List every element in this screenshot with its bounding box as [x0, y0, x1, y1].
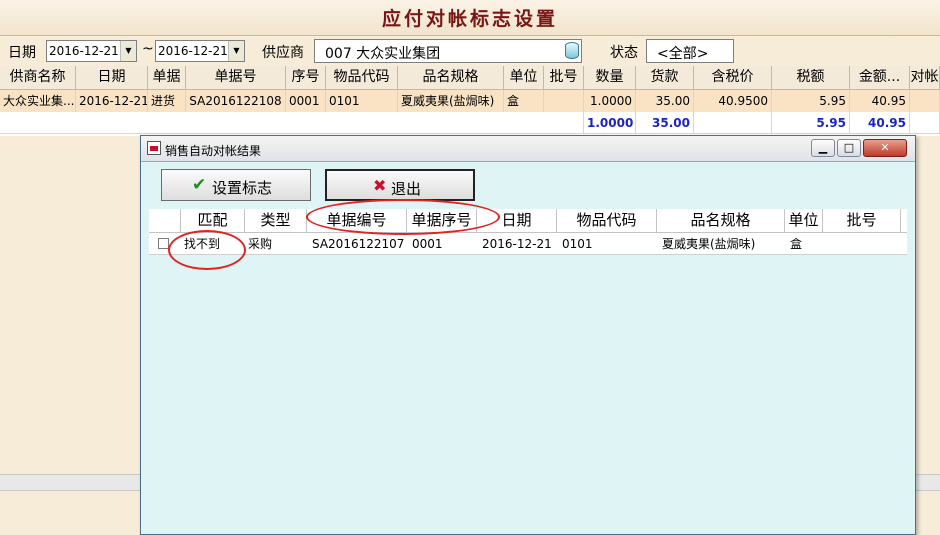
date-from-picker[interactable]: 2016-12-21 ▼ [46, 40, 137, 62]
maximize-button[interactable]: □ [837, 139, 861, 157]
col-header-item-code[interactable]: 物品代码 [326, 66, 398, 90]
col-header-tax[interactable]: 税额 [772, 66, 850, 90]
cell-doc-no: SA2016122107 [312, 237, 405, 251]
table-row[interactable]: 找不到 采购 SA2016122107 0001 2016-12-21 0101… [149, 233, 907, 255]
close-button[interactable]: ✕ [863, 139, 907, 157]
cell-item-code: 0101 [326, 90, 398, 112]
col-header-unit[interactable]: 单位 [504, 66, 544, 90]
total-goods: 35.00 [636, 112, 694, 134]
cell-reconcile [910, 90, 940, 112]
col-header-amount[interactable]: 金额... [850, 66, 910, 90]
state-select[interactable]: <全部> [646, 39, 734, 63]
cell-tax: 5.95 [772, 90, 850, 112]
window-title: 应付对帐标志设置 [381, 8, 558, 30]
annotation-ellipse-match-cell [168, 230, 246, 270]
col-header-date[interactable]: 日期 [76, 66, 148, 90]
cell-date: 2016-12-21 [76, 90, 148, 112]
supplier-value: 007 大众实业集团 [325, 46, 441, 62]
col-header-doc-no[interactable]: 单据号 [186, 66, 286, 90]
minimize-button[interactable]: ▁ [811, 139, 835, 157]
supplier-label: 供应商 [262, 45, 304, 61]
main-table: 供商名称 日期 单据 单据号 序号 物品代码 品名规格 单位 批号 数量 货款 … [0, 66, 940, 136]
col-header-type[interactable]: 类型 [245, 209, 307, 233]
cell-price: 40.9500 [694, 90, 772, 112]
total-qty: 1.0000 [584, 112, 636, 134]
total-tax: 5.95 [772, 112, 850, 134]
cell-unit: 盒 [504, 90, 544, 112]
cell-item-spec: 夏威夷果(盐焗味) [662, 237, 756, 251]
date-from-value: 2016-12-21 [49, 44, 119, 58]
col-header-reconcile[interactable]: 对帐 [910, 66, 940, 90]
annotation-ellipse-doc-columns [306, 199, 500, 235]
cell-supplier: 大众实业集... [0, 90, 76, 112]
cell-batch [825, 233, 828, 255]
chevron-down-icon[interactable]: ▼ [120, 41, 136, 61]
date-to-picker[interactable]: 2016-12-21 ▼ [155, 40, 245, 62]
col-header-item-spec[interactable]: 品名规格 [657, 209, 785, 233]
dialog-title: 销售自动对帐结果 [165, 144, 262, 158]
auto-reconcile-dialog: 销售自动对帐结果 ▁ □ ✕ ✔ 设置标志 ✖ 退出 匹配 类型 单据编号 单据… [140, 135, 916, 535]
state-value: <全部> [657, 46, 709, 62]
total-price-empty [694, 112, 772, 134]
col-header-batch[interactable]: 批号 [823, 209, 901, 233]
set-flag-label: 设置标志 [212, 179, 273, 197]
cell-date: 2016-12-21 [482, 237, 552, 251]
col-header-item-code[interactable]: 物品代码 [557, 209, 657, 233]
exit-label: 退出 [391, 180, 422, 198]
col-header-seq[interactable]: 序号 [286, 66, 326, 90]
totals-spacer [0, 112, 584, 134]
col-header-select[interactable] [149, 209, 181, 233]
total-amount: 40.95 [850, 112, 910, 134]
window-titlebar: 应付对帐标志设置 [0, 0, 940, 36]
range-separator: ~ [142, 41, 154, 57]
cell-type: 采购 [248, 237, 273, 251]
cell-unit: 盒 [790, 237, 803, 251]
set-flag-button[interactable]: ✔ 设置标志 [161, 169, 311, 201]
cell-item-code: 0101 [562, 237, 593, 251]
cell-doc-no: SA2016122108 [186, 90, 286, 112]
col-header-qty[interactable]: 数量 [584, 66, 636, 90]
cell-amount: 40.95 [850, 90, 910, 112]
x-icon: ✖ [373, 176, 387, 195]
cell-qty: 1.0000 [584, 90, 636, 112]
col-header-end [901, 209, 907, 233]
check-icon: ✔ [192, 175, 207, 195]
cell-doc-seq: 0001 [412, 237, 443, 251]
app-icon [147, 141, 161, 155]
cell-goods: 35.00 [636, 90, 694, 112]
col-header-goods[interactable]: 货款 [636, 66, 694, 90]
supplier-field[interactable]: 007 大众实业集团 [314, 39, 582, 63]
date-label: 日期 [8, 45, 36, 61]
col-header-price[interactable]: 含税价 [694, 66, 772, 90]
dialog-titlebar[interactable]: 销售自动对帐结果 ▁ □ ✕ [141, 136, 915, 162]
cell-batch [544, 90, 584, 112]
total-reconcile-empty [910, 112, 940, 134]
filter-bar: 日期 2016-12-21 ▼ ~ 2016-12-21 ▼ 供应商 007 大… [0, 36, 940, 66]
cell-item-spec: 夏威夷果(盐焗味) [398, 90, 504, 112]
col-header-supplier[interactable]: 供商名称 [0, 66, 76, 90]
col-header-doc[interactable]: 单据 [148, 66, 186, 90]
date-to-value: 2016-12-21 [158, 44, 228, 58]
reconcile-result-table: 匹配 类型 单据编号 单据序号 日期 物品代码 品名规格 单位 批号 找不到 采… [149, 209, 907, 529]
chevron-down-icon[interactable]: ▼ [228, 41, 244, 61]
database-icon[interactable] [565, 42, 579, 59]
state-label: 状态 [610, 45, 638, 61]
col-header-item-spec[interactable]: 品名规格 [398, 66, 504, 90]
exit-button[interactable]: ✖ 退出 [325, 169, 475, 201]
col-header-unit[interactable]: 单位 [785, 209, 823, 233]
cell-doc: 进货 [148, 90, 186, 112]
col-header-batch[interactable]: 批号 [544, 66, 584, 90]
cell-seq: 0001 [286, 90, 326, 112]
